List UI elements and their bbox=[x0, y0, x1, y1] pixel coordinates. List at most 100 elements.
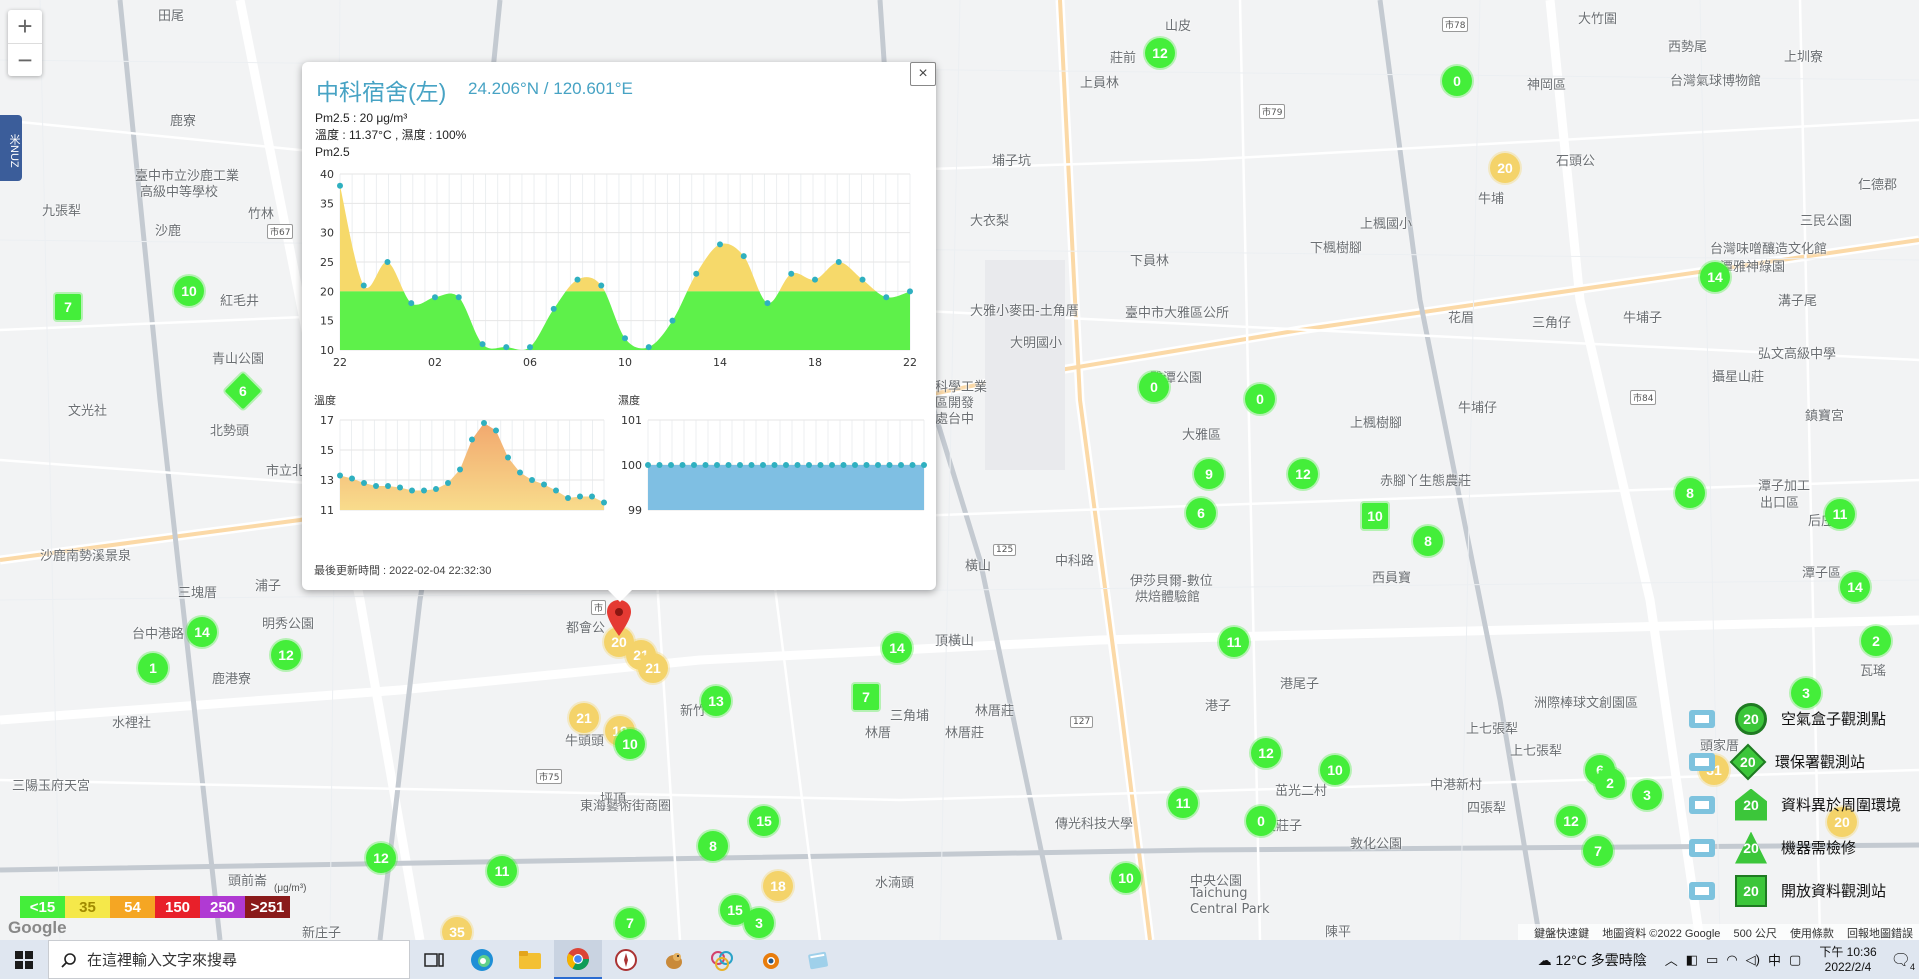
air-station-marker[interactable]: 11 bbox=[487, 856, 517, 886]
temperature-data-point bbox=[385, 483, 391, 489]
edge-app-button[interactable] bbox=[458, 940, 506, 979]
air-station-marker[interactable]: 14 bbox=[187, 617, 217, 647]
air-station-marker[interactable]: 10 bbox=[174, 276, 204, 306]
notification-count: 4 bbox=[1909, 961, 1915, 972]
task-view-icon bbox=[424, 952, 444, 967]
app-button-compass[interactable] bbox=[602, 940, 650, 979]
air-station-marker[interactable]: 8 bbox=[1413, 526, 1443, 556]
side-menu-tab[interactable]: 米NUZ bbox=[0, 115, 22, 181]
system-clock[interactable]: 下午 10:36 2022/2/4 bbox=[1819, 945, 1876, 975]
task-view-button[interactable] bbox=[410, 940, 458, 979]
map-place-label: Taichung bbox=[1190, 886, 1248, 901]
keyboard-shortcuts-link[interactable]: 鍵盤快速鍵 bbox=[1534, 928, 1589, 940]
terms-link[interactable]: 使用條款 bbox=[1790, 928, 1834, 940]
air-station-marker[interactable]: 10 bbox=[1320, 755, 1350, 785]
map-place-label: 港子 bbox=[1205, 699, 1232, 714]
air-station-marker[interactable]: 21 bbox=[569, 703, 599, 733]
legend-badge-triangle-icon: 20 bbox=[1734, 831, 1767, 864]
map-place-label: 竹林 bbox=[248, 207, 275, 222]
air-station-marker[interactable]: 12 bbox=[1288, 459, 1318, 489]
map-place-label: 台中港路 bbox=[132, 627, 185, 642]
taskbar-search-box[interactable]: 在這裡輸入文字來搜尋 bbox=[48, 940, 410, 979]
air-station-marker[interactable]: 14 bbox=[1840, 572, 1870, 602]
air-station-marker[interactable]: 11 bbox=[1219, 627, 1249, 657]
file-explorer-button[interactable] bbox=[506, 940, 554, 979]
air-station-marker[interactable]: 35 bbox=[442, 917, 472, 940]
air-station-marker[interactable]: 7 bbox=[1583, 836, 1613, 866]
air-station-marker[interactable]: 2 bbox=[1861, 626, 1891, 656]
air-station-marker[interactable]: 10 bbox=[1111, 863, 1141, 893]
air-station-marker[interactable]: 15 bbox=[749, 806, 779, 836]
show-hidden-icons-chevron-icon[interactable]: ︿ bbox=[1665, 950, 1678, 969]
air-station-marker[interactable]: 14 bbox=[1700, 262, 1730, 292]
map-place-label: 中科路 bbox=[1055, 554, 1095, 569]
air-station-marker[interactable]: 20 bbox=[1490, 153, 1520, 183]
pm25-data-point bbox=[669, 317, 676, 324]
temperature-area bbox=[340, 423, 604, 510]
map-place-label: 烘焙體驗館 bbox=[1135, 590, 1201, 605]
marker-value: 10 bbox=[622, 736, 638, 752]
app-button-blender[interactable] bbox=[746, 940, 794, 979]
air-station-marker[interactable]: 13 bbox=[701, 686, 731, 716]
air-station-marker[interactable]: 12 bbox=[1145, 38, 1175, 68]
map-place-label: 新庄子 bbox=[302, 926, 342, 940]
start-button[interactable] bbox=[0, 940, 48, 979]
wifi-icon[interactable]: ◠ bbox=[1726, 952, 1737, 968]
air-station-marker[interactable]: 10 bbox=[1362, 503, 1388, 529]
pm25-data-point bbox=[408, 300, 415, 307]
air-station-marker[interactable]: 12 bbox=[1251, 738, 1281, 768]
air-station-marker[interactable]: 11 bbox=[1825, 499, 1855, 529]
air-station-marker[interactable]: 2 bbox=[1595, 768, 1625, 798]
air-station-marker[interactable]: 3 bbox=[744, 908, 774, 938]
legend-label: 資料異於周圍環境 bbox=[1780, 796, 1901, 814]
app-button-paint[interactable] bbox=[698, 940, 746, 979]
air-station-marker[interactable]: 7 bbox=[55, 294, 81, 320]
map-place-label: 攝星山莊 bbox=[1712, 370, 1765, 385]
battery-icon[interactable]: ▭ bbox=[1706, 952, 1718, 968]
road-shield: 市84 bbox=[1630, 390, 1657, 405]
air-station-marker[interactable]: 3 bbox=[1632, 780, 1662, 810]
air-station-marker[interactable]: 0 bbox=[1442, 66, 1472, 96]
app-button-bird[interactable] bbox=[650, 940, 698, 979]
air-station-marker[interactable]: 12 bbox=[366, 843, 396, 873]
air-station-marker[interactable]: 6 bbox=[1186, 498, 1216, 528]
scale-bar[interactable]: 500 公尺 bbox=[1733, 928, 1776, 940]
ime-indicator[interactable]: 中 bbox=[1768, 950, 1781, 969]
selected-location-pin-icon[interactable] bbox=[607, 600, 631, 636]
air-station-marker[interactable]: 12 bbox=[1556, 806, 1586, 836]
zoom-in-button[interactable]: + bbox=[8, 10, 42, 43]
humidity-data-point bbox=[668, 462, 674, 468]
close-popup-button[interactable]: × bbox=[910, 62, 936, 86]
network-icon[interactable]: ◧ bbox=[1686, 952, 1698, 968]
marker-value: 3 bbox=[755, 915, 763, 931]
chrome-app-button[interactable] bbox=[554, 940, 602, 979]
air-station-marker[interactable]: 0 bbox=[1246, 806, 1276, 836]
air-station-marker[interactable]: 18 bbox=[763, 871, 793, 901]
notification-center-icon[interactable]: 🗨 4 bbox=[1891, 950, 1915, 972]
map-canvas[interactable]: 田尾 鹿寮 臺中市立沙鹿工業 高級中等學校 九張犁 沙鹿 竹林 紅毛井 青山公園 文光社 北勢頭 市立… bbox=[0, 0, 1919, 940]
air-station-marker[interactable]: 0 bbox=[1245, 384, 1275, 414]
air-station-marker[interactable]: 12 bbox=[271, 640, 301, 670]
report-error-link[interactable]: 回報地圖錯誤 bbox=[1847, 928, 1913, 940]
zoom-out-button[interactable]: − bbox=[8, 43, 42, 76]
map-place-label: 陳平 bbox=[1325, 925, 1352, 940]
temperature-data-point bbox=[373, 483, 379, 489]
air-station-marker[interactable]: 10 bbox=[615, 729, 645, 759]
air-station-marker[interactable]: 7 bbox=[615, 908, 645, 938]
temperature-data-point bbox=[553, 487, 559, 494]
air-station-marker[interactable]: 14 bbox=[882, 633, 912, 663]
air-station-marker[interactable]: 21 bbox=[638, 653, 668, 683]
marker-value: 14 bbox=[889, 640, 905, 656]
air-station-marker[interactable]: 1 bbox=[138, 653, 168, 683]
air-station-marker[interactable]: 9 bbox=[1194, 459, 1224, 489]
input-mode-icon[interactable]: ▢ bbox=[1789, 952, 1801, 968]
air-station-marker[interactable]: 11 bbox=[1168, 788, 1198, 818]
volume-icon[interactable]: ◁) bbox=[1746, 952, 1760, 968]
air-station-marker[interactable]: 8 bbox=[698, 831, 728, 861]
map-place-label: 台灣味噌釀造文化館 bbox=[1710, 242, 1828, 257]
air-station-marker[interactable]: 7 bbox=[853, 684, 879, 710]
air-station-marker[interactable]: 0 bbox=[1139, 372, 1169, 402]
air-station-marker[interactable]: 8 bbox=[1675, 478, 1705, 508]
app-button-notes[interactable] bbox=[794, 940, 842, 979]
weather-widget[interactable]: ☁ 12°C 多雲時陰 bbox=[1538, 950, 1647, 970]
